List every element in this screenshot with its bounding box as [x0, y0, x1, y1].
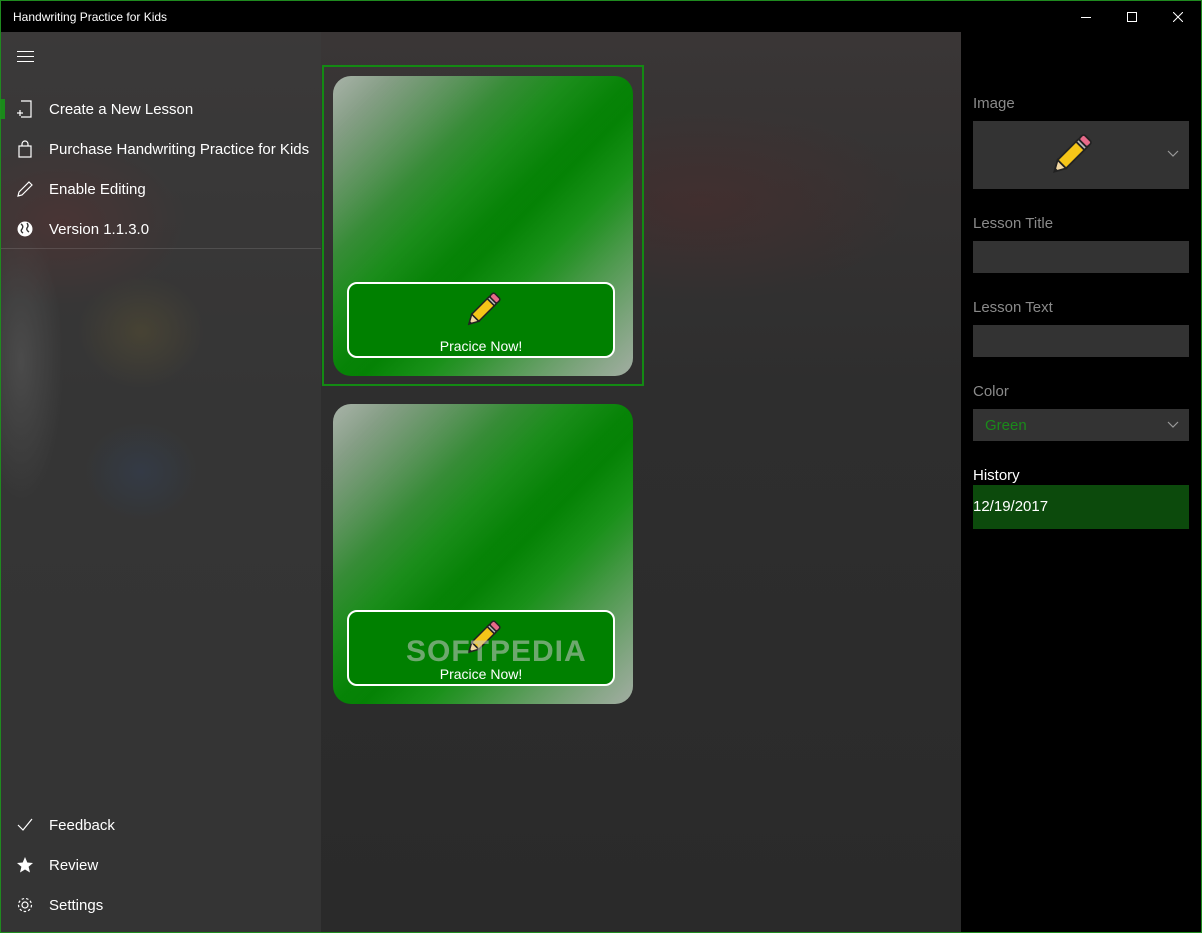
- globe-icon: [1, 220, 49, 238]
- history-list-item[interactable]: 12/19/2017: [973, 485, 1189, 529]
- window-title: Handwriting Practice for Kids: [13, 9, 168, 24]
- pencil-icon: [1052, 134, 1092, 174]
- nav-item-label: Feedback: [49, 816, 115, 834]
- chevron-down-icon: [1167, 421, 1179, 428]
- new-lesson-icon: [1, 100, 49, 118]
- chevron-down-icon: [1167, 150, 1179, 157]
- selection-indicator: [1, 99, 5, 119]
- history-date: 12/19/2017: [973, 498, 1049, 515]
- app-window: Handwriting Practice for Kids Create a N…: [0, 0, 1202, 933]
- lesson-text-input[interactable]: [973, 325, 1189, 357]
- lesson-text-label: Lesson Text: [973, 299, 1053, 316]
- pencil-icon: [467, 292, 501, 326]
- nav-divider: [1, 248, 321, 249]
- image-dropdown[interactable]: [973, 121, 1189, 189]
- close-icon: [1173, 11, 1183, 22]
- nav-item-label: Purchase Handwriting Practice for Kids: [49, 140, 310, 158]
- checkmark-icon: [1, 816, 49, 834]
- hamburger-menu-icon[interactable]: [17, 51, 35, 65]
- nav-item-feedback[interactable]: Feedback: [1, 805, 321, 845]
- minimize-button[interactable]: [1063, 1, 1109, 32]
- nav-item-purchase[interactable]: Purchase Handwriting Practice for Kids: [1, 129, 321, 169]
- maximize-button[interactable]: [1109, 1, 1155, 32]
- maximize-icon: [1127, 11, 1137, 22]
- shopping-bag-icon: [1, 140, 49, 158]
- lesson-tile[interactable]: Pracice Now!: [333, 76, 633, 376]
- lesson-title-label: Lesson Title: [973, 215, 1054, 232]
- color-selected-value: Green: [985, 417, 1027, 434]
- nav-item-settings[interactable]: Settings: [1, 885, 321, 925]
- nav-item-label: Create a New Lesson: [49, 100, 194, 118]
- nav-item-create-lesson[interactable]: Create a New Lesson: [1, 89, 321, 129]
- nav-item-label: Enable Editing: [49, 180, 146, 198]
- color-label: Color: [973, 383, 1009, 400]
- gear-icon: [1, 896, 49, 914]
- lesson-details-panel: Image Lesson Title Lesson Text Color Gre…: [961, 32, 1201, 932]
- watermark: SOFTPEDIA: [406, 635, 587, 668]
- practice-now-label: Pracice Now!: [439, 338, 523, 354]
- star-icon: [1, 856, 49, 874]
- nav-item-version[interactable]: Version 1.1.3.0: [1, 209, 321, 249]
- nav-item-enable-editing[interactable]: Enable Editing: [1, 169, 321, 209]
- pencil-icon: [1, 180, 49, 198]
- title-bar: Handwriting Practice for Kids: [1, 1, 1201, 32]
- image-label: Image: [973, 95, 1015, 112]
- lesson-title-input[interactable]: [973, 241, 1189, 273]
- navigation-pane: Create a New Lesson Purchase Handwriting…: [1, 32, 321, 932]
- nav-item-label: Review: [49, 856, 99, 874]
- color-dropdown[interactable]: Green: [973, 409, 1189, 441]
- caption-buttons: [1063, 1, 1201, 32]
- minimize-icon: [1081, 16, 1091, 18]
- nav-item-label: Settings: [49, 896, 104, 914]
- history-label: History: [973, 467, 1020, 484]
- nav-item-label: Version 1.1.3.0: [49, 220, 150, 238]
- practice-now-button[interactable]: Pracice Now!: [347, 282, 615, 358]
- close-button[interactable]: [1155, 1, 1201, 32]
- nav-item-review[interactable]: Review: [1, 845, 321, 885]
